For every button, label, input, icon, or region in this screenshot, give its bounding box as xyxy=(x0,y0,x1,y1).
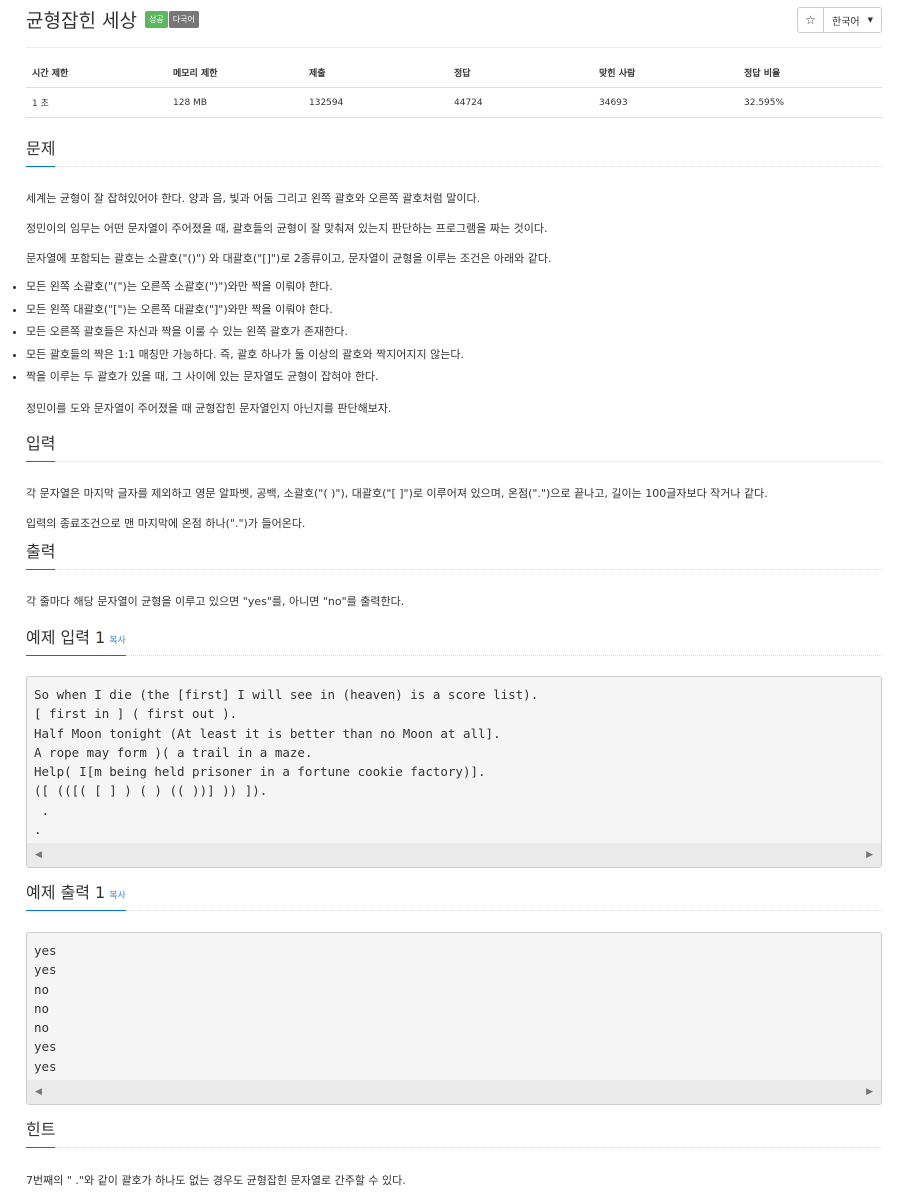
info-header-time: 시간 제한 xyxy=(26,61,167,88)
info-value-solvers: 34693 xyxy=(593,87,738,118)
scroll-right-icon[interactable]: ▶ xyxy=(866,850,873,860)
multilang-badge: 다국어 xyxy=(168,11,199,28)
sample-output-title: 예제 출력 1 복사 xyxy=(26,883,126,911)
list-item: 짝을 이루는 두 괄호가 있을 때, 그 사이에 있는 문자열도 균형이 잡혀야… xyxy=(26,368,464,391)
info-header-ratio: 정답 비율 xyxy=(738,61,882,88)
page-title: 균형잡힌 세상 xyxy=(26,10,137,32)
title-actions: ☆ 한국어 ▼ xyxy=(797,7,882,33)
language-label: 한국어 xyxy=(832,16,860,28)
sample-output-header-line: 예제 출력 1 복사 xyxy=(26,883,882,911)
scroll-right-icon[interactable]: ▶ xyxy=(866,1087,873,1097)
star-icon: ☆ xyxy=(805,13,816,27)
problem-page: 균형잡힌 세상 성공 다국어 ☆ 한국어 ▼ 시간 제한 메모리 제한 제출 정답… xyxy=(0,0,897,1197)
success-badge: 성공 xyxy=(145,11,168,28)
sample-output-section-header: 예제 출력 1 복사 xyxy=(26,883,882,911)
sample-input-title: 예제 입력 1 복사 xyxy=(26,628,126,656)
output-header-line: 출력 xyxy=(26,542,882,570)
copy-sample-output-link[interactable]: 복사 xyxy=(109,891,126,901)
input-section-header: 입력 xyxy=(26,434,882,462)
hint-header-line: 힌트 xyxy=(26,1120,882,1148)
sample-input-code: So when I die (the [first] I will see in… xyxy=(34,687,539,838)
sample-output-code-box[interactable]: yes yes no no no yes yes ◀ ▶ xyxy=(26,932,882,1105)
list-item: 모든 왼쪽 대괄호("[")는 오른쪽 대괄호("]")와만 짝을 이뤄야 한다… xyxy=(26,301,464,324)
list-item: 모든 오른쪽 괄호들은 자신과 짝을 이룰 수 있는 왼쪽 괄호가 존재한다. xyxy=(26,323,464,346)
list-item: 모든 괄호들의 짝은 1:1 매칭만 가능하다. 즉, 괄호 하나가 둘 이상의… xyxy=(26,346,464,369)
input-header-line: 입력 xyxy=(26,434,882,462)
sample-output-code: yes yes no no no yes yes xyxy=(34,943,57,1074)
hint-section-header: 힌트 xyxy=(26,1120,882,1148)
info-value-memory: 128 MB xyxy=(167,87,303,118)
hint-paragraph-1: 7번째의 " ."와 같이 괄호가 하나도 없는 경우도 균형잡힌 문자열로 간… xyxy=(26,1174,406,1187)
list-item: 모든 왼쪽 소괄호("(")는 오른쪽 소괄호(")")와만 짝을 이뤄야 한다… xyxy=(26,278,464,301)
input-paragraph-1: 각 문자열은 마지막 글자를 제외하고 영문 알파벳, 공백, 소괄호("( )… xyxy=(26,487,768,500)
problem-title: 문제 xyxy=(26,139,56,167)
favorite-star-button[interactable]: ☆ xyxy=(797,7,824,33)
problem-section-header: 문제 xyxy=(26,139,882,167)
copy-sample-input-link[interactable]: 복사 xyxy=(109,636,126,646)
problem-paragraph-3: 문자열에 포함되는 괄호는 소괄호("()") 와 대괄호("[]")로 2종류… xyxy=(26,252,552,265)
sample-input-section-header: 예제 입력 1 복사 xyxy=(26,628,882,656)
info-header-accepted: 정답 xyxy=(448,61,593,88)
hint-title: 힌트 xyxy=(26,1120,56,1148)
problem-paragraph-2: 정민이의 임무는 어떤 문자열이 주어졌을 때, 괄호들의 균형이 잘 맞춰져 … xyxy=(26,222,548,235)
output-section-header: 출력 xyxy=(26,542,882,570)
sample-input-header-line: 예제 입력 1 복사 xyxy=(26,628,882,656)
output-paragraph-1: 각 줄마다 해당 문자열이 균형을 이루고 있으면 "yes"를, 아니면 "n… xyxy=(26,595,405,608)
scroll-left-icon[interactable]: ◀ xyxy=(35,850,42,860)
title-divider xyxy=(26,47,882,48)
title-row: 균형잡힌 세상 성공 다국어 xyxy=(26,6,199,36)
info-header-submissions: 제출 xyxy=(303,61,448,88)
problem-header-line: 문제 xyxy=(26,139,882,167)
info-value-ratio: 32.595% xyxy=(738,87,882,118)
balance-rules-list: 모든 왼쪽 소괄호("(")는 오른쪽 소괄호(")")와만 짝을 이뤄야 한다… xyxy=(0,278,464,391)
sample-input-title-text: 예제 입력 1 xyxy=(26,628,106,647)
output-title: 출력 xyxy=(26,542,56,570)
sample-output-scrollbar[interactable]: ◀ ▶ xyxy=(27,1080,881,1104)
info-header-solvers: 맞힌 사람 xyxy=(593,61,738,88)
caret-down-icon: ▼ xyxy=(867,16,873,24)
info-value-submissions: 132594 xyxy=(303,87,448,118)
info-value-row: 1 초 128 MB 132594 44724 34693 32.595% xyxy=(26,87,882,118)
sample-input-code-box[interactable]: So when I die (the [first] I will see in… xyxy=(26,676,882,868)
input-title: 입력 xyxy=(26,434,56,462)
info-value-time: 1 초 xyxy=(26,87,167,118)
sample-output-title-text: 예제 출력 1 xyxy=(26,883,106,902)
info-header-row: 시간 제한 메모리 제한 제출 정답 맞힌 사람 정답 비율 xyxy=(26,61,882,88)
sample-input-scrollbar[interactable]: ◀ ▶ xyxy=(27,843,881,867)
info-value-accepted: 44724 xyxy=(448,87,593,118)
problem-paragraph-1: 세계는 균형이 잘 잡혀있어야 한다. 양과 음, 빛과 어둠 그리고 왼쪽 괄… xyxy=(26,192,481,205)
problem-paragraph-4: 정민이를 도와 문자열이 주어졌을 때 균형잡힌 문자열인지 아닌지를 판단해보… xyxy=(26,402,392,415)
info-header-memory: 메모리 제한 xyxy=(167,61,303,88)
problem-info-table: 시간 제한 메모리 제한 제출 정답 맞힌 사람 정답 비율 1 초 128 M… xyxy=(26,61,882,118)
language-dropdown[interactable]: 한국어 ▼ xyxy=(824,7,882,33)
scroll-left-icon[interactable]: ◀ xyxy=(35,1087,42,1097)
input-paragraph-2: 입력의 종료조건으로 맨 마지막에 온점 하나(".")가 들어온다. xyxy=(26,517,306,530)
